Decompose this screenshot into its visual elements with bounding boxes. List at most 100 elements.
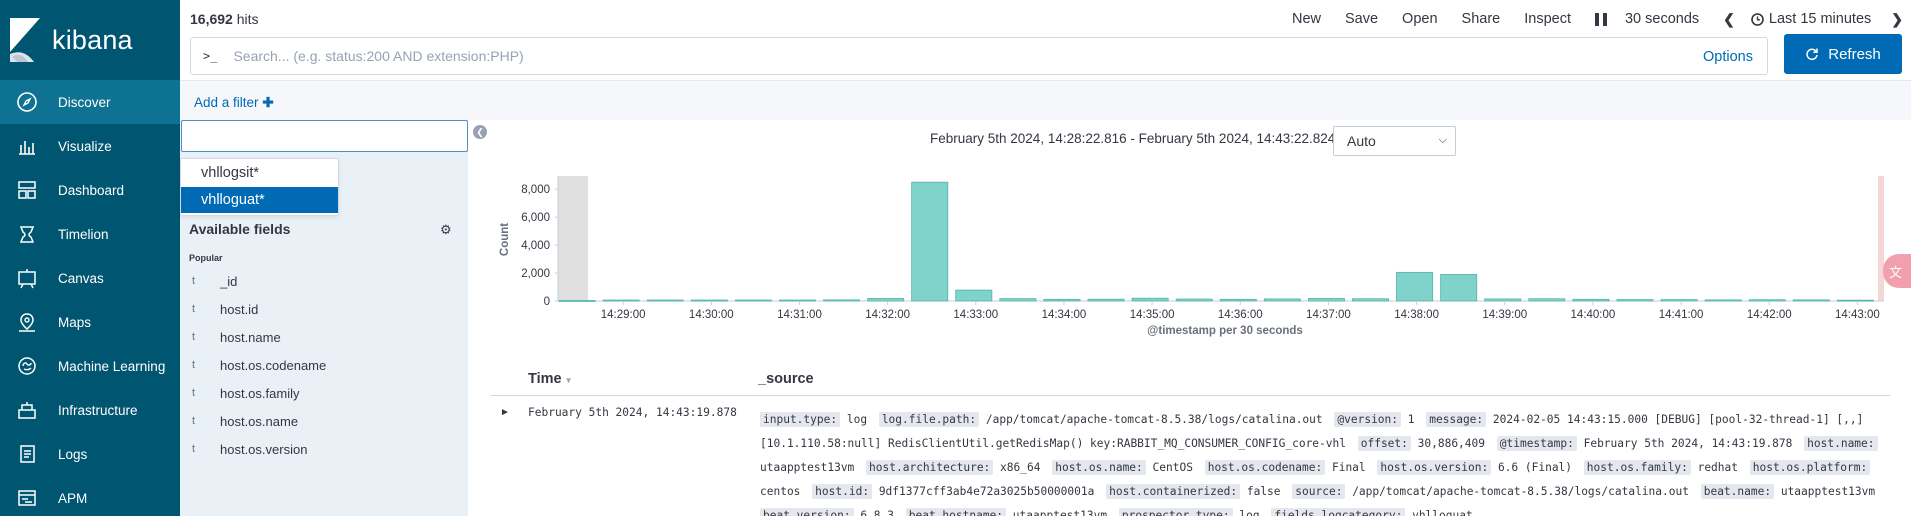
x-tick-label: 14:33:00 [953, 309, 998, 321]
x-tick-label: 14:37:00 [1306, 309, 1351, 321]
chevron-right-icon[interactable]: ❯ [1891, 11, 1903, 28]
expand-row-icon[interactable]: ► [500, 407, 510, 418]
nav-item-label: Machine Learning [58, 358, 166, 374]
refresh-button[interactable]: Refresh [1784, 34, 1902, 74]
top-bar: 16,692 hits New Save Open Share Inspect … [180, 0, 1911, 38]
time-column-header[interactable]: Time ▼ [528, 371, 573, 387]
source-key: beat.version: [760, 508, 854, 516]
row-source: input.type: log log.file.path: /app/tomc… [760, 408, 1890, 516]
histogram-bar [1704, 299, 1742, 302]
time-picker[interactable]: Last 15 minutes [1751, 11, 1871, 27]
histogram-bar [867, 298, 905, 302]
source-key: beat.hostname: [905, 508, 1007, 516]
top-menu: New Save Open Share Inspect 30 seconds ❮… [1292, 0, 1911, 38]
source-value: /app/tomcat/apache-tomcat-8.5.38/logs/ca… [985, 413, 1323, 426]
source-value: 6.8.3 [860, 509, 894, 516]
search-input[interactable] [233, 48, 1534, 64]
nav-item-canvas[interactable]: Canvas [0, 256, 180, 300]
filter-bar: Add a filter ✚ [180, 80, 1911, 120]
histogram-bar [1748, 299, 1786, 302]
histogram-bar [1792, 299, 1830, 302]
pause-icon[interactable] [1594, 12, 1607, 26]
interval-select[interactable]: Auto ⌵ [1333, 126, 1456, 156]
string-type-icon: t [192, 359, 196, 371]
source-value: CentOS [1152, 461, 1193, 474]
nav-item-dashboard[interactable]: Dashboard [0, 168, 180, 212]
nav-item-visualize[interactable]: Visualize [0, 124, 180, 168]
histogram-bar [1219, 298, 1257, 302]
options-link[interactable]: Options [1703, 49, 1753, 65]
y-axis-title: Count [499, 223, 511, 256]
now-marker [1878, 176, 1884, 301]
add-filter-button[interactable]: Add a filter ✚ [194, 95, 274, 111]
histogram-chart: 0 2,000 4,000 6,000 8,000 14:29:00 14:30:00 14:… [499, 176, 1884, 337]
available-fields-header: Available fields [189, 221, 291, 237]
nav-item-machine-learning[interactable]: Machine Learning [0, 344, 180, 388]
field-name: host.os.name [220, 413, 299, 429]
source-field: prospector.type: log [1118, 508, 1260, 516]
field-item[interactable]: t host.os.version [180, 432, 468, 466]
histogram-bar [1440, 274, 1478, 302]
histogram-bar [690, 299, 728, 302]
nav-item-discover[interactable]: Discover [0, 80, 180, 124]
histogram-bar [1043, 298, 1081, 302]
collapse-sidebar-icon[interactable]: ❮ [473, 125, 487, 139]
new-button[interactable]: New [1292, 11, 1321, 27]
share-button[interactable]: Share [1462, 11, 1501, 27]
source-key: host.containerized: [1106, 484, 1241, 499]
x-tick-label: 14:36:00 [1218, 309, 1263, 321]
histogram-bar [1131, 297, 1169, 302]
nav-item-maps[interactable]: Maps [0, 300, 180, 344]
chevron-left-icon[interactable]: ❮ [1723, 11, 1735, 28]
source-key: fields.logcategory: [1271, 508, 1406, 516]
refresh-interval[interactable]: 30 seconds [1625, 11, 1699, 27]
source-field: beat.hostname: utaapptest13vm [905, 508, 1107, 516]
histogram-bar [1572, 298, 1610, 302]
x-tick-label: 14:40:00 [1571, 309, 1616, 321]
translate-icon[interactable]: 文 [1883, 254, 1911, 288]
inspect-button[interactable]: Inspect [1524, 11, 1571, 27]
nav-item-logs[interactable]: Logs [0, 432, 180, 476]
string-type-icon: t [192, 303, 196, 315]
nav-item-infrastructure[interactable]: Infrastructure [0, 388, 180, 432]
query-prompt-icon: >_ [203, 49, 218, 63]
source-key: beat.name: [1700, 484, 1775, 499]
source-field: host.os.codename: Final [1204, 460, 1366, 475]
nav-item-apm[interactable]: APM [0, 476, 180, 516]
kibana-logo-icon [10, 18, 40, 62]
nav-item-timelion[interactable]: Timelion [0, 212, 180, 256]
gear-icon[interactable]: ⚙ [440, 222, 452, 238]
x-tick-label: 14:34:00 [1042, 309, 1087, 321]
open-button[interactable]: Open [1402, 11, 1437, 27]
field-name: host.os.family [220, 385, 300, 401]
kibana-logo[interactable]: kibana [0, 0, 180, 80]
source-value: 30,886,409 [1417, 437, 1485, 450]
source-key: input.type: [760, 412, 841, 427]
nav-item-label: Dashboard [58, 182, 125, 198]
histogram-bar [1660, 299, 1698, 302]
source-field: log.file.path: /app/tomcat/apache-tomcat… [878, 412, 1323, 427]
source-field: @version: 1 [1334, 412, 1415, 427]
histogram-bar [955, 289, 993, 302]
time-range-label: Last 15 minutes [1768, 11, 1872, 27]
refresh-label: Refresh [1828, 45, 1881, 63]
string-type-icon: t [192, 331, 196, 343]
save-button[interactable]: Save [1345, 11, 1378, 27]
row-time: February 5th 2024, 14:43:19.878 [528, 406, 737, 419]
nav-item-label: Discover [58, 94, 111, 110]
x-tick-label: 14:42:00 [1747, 309, 1792, 321]
index-option[interactable]: vhllogsit* [181, 160, 338, 186]
plus-icon: ✚ [262, 95, 274, 110]
visualize-icon [19, 141, 35, 155]
x-tick-label: 14:41:00 [1659, 309, 1704, 321]
chevron-down-icon: ⌵ [1438, 134, 1447, 146]
source-value: x86_64 [1000, 461, 1041, 474]
field-name: host.os.codename [220, 357, 327, 373]
nav-item-label: Visualize [58, 138, 112, 154]
source-value: false [1246, 485, 1281, 498]
index-option-selected[interactable]: vhlloguat* [181, 187, 338, 213]
index-pattern-input[interactable] [181, 120, 468, 152]
add-filter-label: Add a filter [194, 95, 259, 110]
string-type-icon: t [192, 275, 196, 287]
nav-item-label: Canvas [58, 270, 104, 286]
